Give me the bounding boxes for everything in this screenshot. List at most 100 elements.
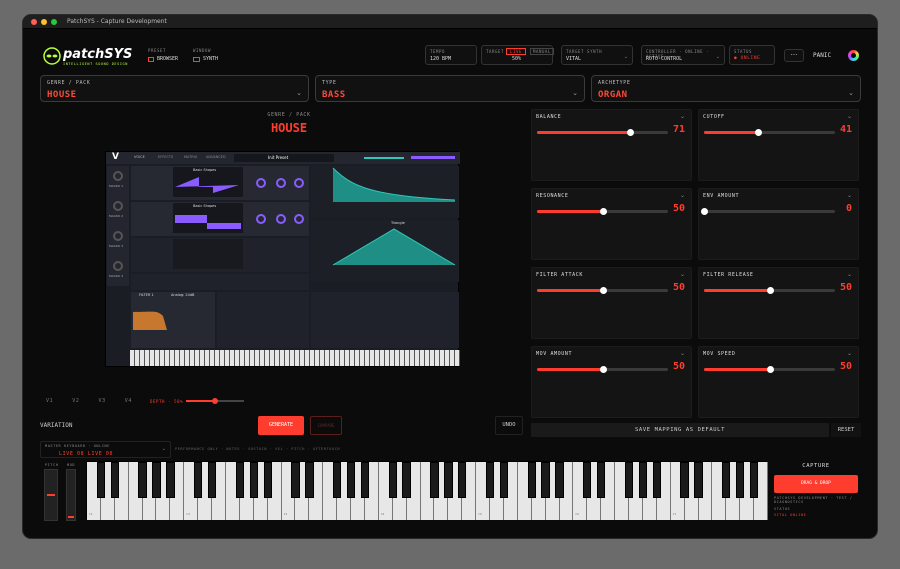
black-key[interactable] (555, 462, 564, 498)
param-slider-thumb[interactable] (754, 129, 762, 136)
param-slider[interactable] (537, 287, 668, 294)
osc-knob[interactable] (276, 178, 286, 188)
chevron-down-icon[interactable]: ⌄ (680, 113, 685, 120)
drag-drop-button[interactable]: DRAG & DROP (774, 475, 858, 493)
target-live-option[interactable]: LIVE (506, 48, 527, 55)
black-key[interactable] (527, 462, 536, 498)
param-slider[interactable] (704, 287, 835, 294)
param-card-resonance[interactable]: RESONANCE ⌄ 50 (531, 188, 692, 260)
vital-tab-effects[interactable]: EFFECTS (158, 155, 173, 159)
vital-tab-advanced[interactable]: ADVANCED (206, 155, 226, 159)
zoom-window-button[interactable] (51, 18, 57, 25)
black-key[interactable] (541, 462, 550, 498)
osc-knob[interactable] (294, 214, 304, 224)
vital-envelope[interactable] (311, 166, 459, 218)
param-slider-thumb[interactable] (599, 208, 607, 215)
chevron-down-icon[interactable]: ⌄ (680, 271, 685, 278)
minimize-window-button[interactable] (41, 18, 47, 25)
variation-v2-button[interactable]: V2 (72, 398, 79, 404)
vital-osc-2[interactable]: Basic Shapes (131, 202, 309, 236)
target-synth-select[interactable]: TARGET SYNTH VITAL ⌄ (561, 45, 633, 65)
target-control[interactable]: TARGET LIVE MANUAL 50% (481, 45, 555, 65)
black-key[interactable] (249, 462, 258, 498)
param-slider-thumb[interactable] (766, 287, 774, 294)
variation-v4-button[interactable]: V4 (125, 398, 132, 404)
black-key[interactable] (485, 462, 495, 498)
undo-button[interactable]: UNDO (495, 416, 523, 435)
vital-osc-3[interactable] (131, 238, 309, 272)
vital-modulation[interactable] (311, 292, 459, 348)
param-card-balance[interactable]: BALANCE ⌄ 71 (531, 109, 692, 181)
pitch-wheel[interactable] (44, 469, 58, 521)
black-key[interactable] (263, 462, 272, 498)
black-key[interactable] (332, 462, 342, 498)
black-key[interactable] (597, 462, 606, 498)
genre-pack-select[interactable]: GENRE / PACK HOUSE ⌄ (40, 75, 309, 102)
black-key[interactable] (430, 462, 439, 498)
variation-v1-button[interactable]: V1 (46, 398, 53, 404)
depth-thumb[interactable] (212, 398, 218, 404)
param-card-filter-attack[interactable]: FILTER ATTACK ⌄ 50 (531, 267, 692, 339)
black-key[interactable] (749, 462, 759, 498)
variation-button[interactable]: VARIATION (40, 422, 73, 429)
osc-knob[interactable] (256, 214, 266, 224)
black-key[interactable] (402, 462, 411, 498)
black-key[interactable] (207, 462, 217, 498)
osc-knob[interactable] (294, 178, 304, 188)
param-card-cutoff[interactable]: CUTOFF ⌄ 41 (698, 109, 859, 181)
black-key[interactable] (499, 462, 509, 498)
black-key[interactable] (458, 462, 467, 498)
black-key[interactable] (291, 462, 300, 498)
black-key[interactable] (110, 462, 119, 498)
param-slider[interactable] (704, 129, 835, 136)
black-key[interactable] (583, 462, 592, 498)
black-key[interactable] (194, 462, 203, 498)
black-key[interactable] (652, 462, 661, 498)
black-key[interactable] (96, 462, 106, 498)
param-slider[interactable] (704, 366, 835, 373)
param-slider-thumb[interactable] (599, 287, 607, 294)
param-card-mov-speed[interactable]: MOV SPEED ⌄ 50 (698, 346, 859, 418)
black-key[interactable] (152, 462, 161, 498)
macro-knob[interactable] (113, 261, 123, 271)
vital-tab-matrix[interactable]: MATRIX (184, 155, 197, 159)
vital-keyboard[interactable] (130, 350, 460, 366)
close-window-button[interactable] (31, 18, 37, 25)
black-key[interactable] (360, 462, 370, 498)
compare-button[interactable]: COMPARE (310, 416, 342, 435)
param-slider-thumb[interactable] (599, 366, 607, 373)
black-key[interactable] (736, 462, 745, 498)
param-slider-thumb[interactable] (627, 129, 634, 136)
variation-v3-button[interactable]: V3 (98, 398, 105, 404)
osc-knob[interactable] (276, 214, 286, 224)
tempo-control[interactable]: TEMPO 120 BPM (425, 45, 477, 65)
param-slider-thumb[interactable] (701, 208, 708, 215)
macro-knob[interactable] (113, 231, 123, 241)
vital-lfo[interactable]: Triangle (311, 220, 459, 282)
master-keyboard-select[interactable]: MASTER KEYBOARD · ONLINE LIVE 08 LIVE 08… (40, 441, 171, 458)
window-control[interactable]: WINDOW SYNTH (193, 48, 218, 62)
vital-filter-2[interactable] (217, 292, 309, 348)
vital-tab-voice[interactable]: VOICE (134, 155, 145, 159)
save-mapping-button[interactable]: SAVE MAPPING AS DEFAULT (531, 423, 829, 437)
chevron-down-icon[interactable]: ⌄ (847, 192, 852, 199)
param-slider[interactable] (537, 366, 668, 373)
black-key[interactable] (624, 462, 634, 498)
chevron-down-icon[interactable]: ⌄ (847, 113, 852, 120)
type-select[interactable]: TYPE BASS ⌄ (315, 75, 585, 102)
more-button[interactable]: ··· (784, 49, 804, 62)
black-key[interactable] (166, 462, 175, 498)
black-key[interactable] (346, 462, 356, 498)
black-key[interactable] (444, 462, 453, 498)
param-slider[interactable] (701, 208, 835, 215)
black-key[interactable] (694, 462, 703, 498)
chevron-down-icon[interactable]: ⌄ (680, 350, 685, 357)
vital-sample[interactable] (131, 274, 309, 290)
controller-select[interactable]: CONTROLLER · ONLINE · ACTIVE ROTO-CONTRO… (641, 45, 725, 65)
preset-control[interactable]: PRESET BROWSER (148, 48, 178, 62)
piano-keyboard[interactable]: C1 C2 C3 C4 C5 C6 C7 (86, 461, 768, 520)
macro-knob[interactable] (113, 201, 123, 211)
black-key[interactable] (305, 462, 314, 498)
black-key[interactable] (680, 462, 689, 498)
depth-slider[interactable] (186, 398, 244, 404)
